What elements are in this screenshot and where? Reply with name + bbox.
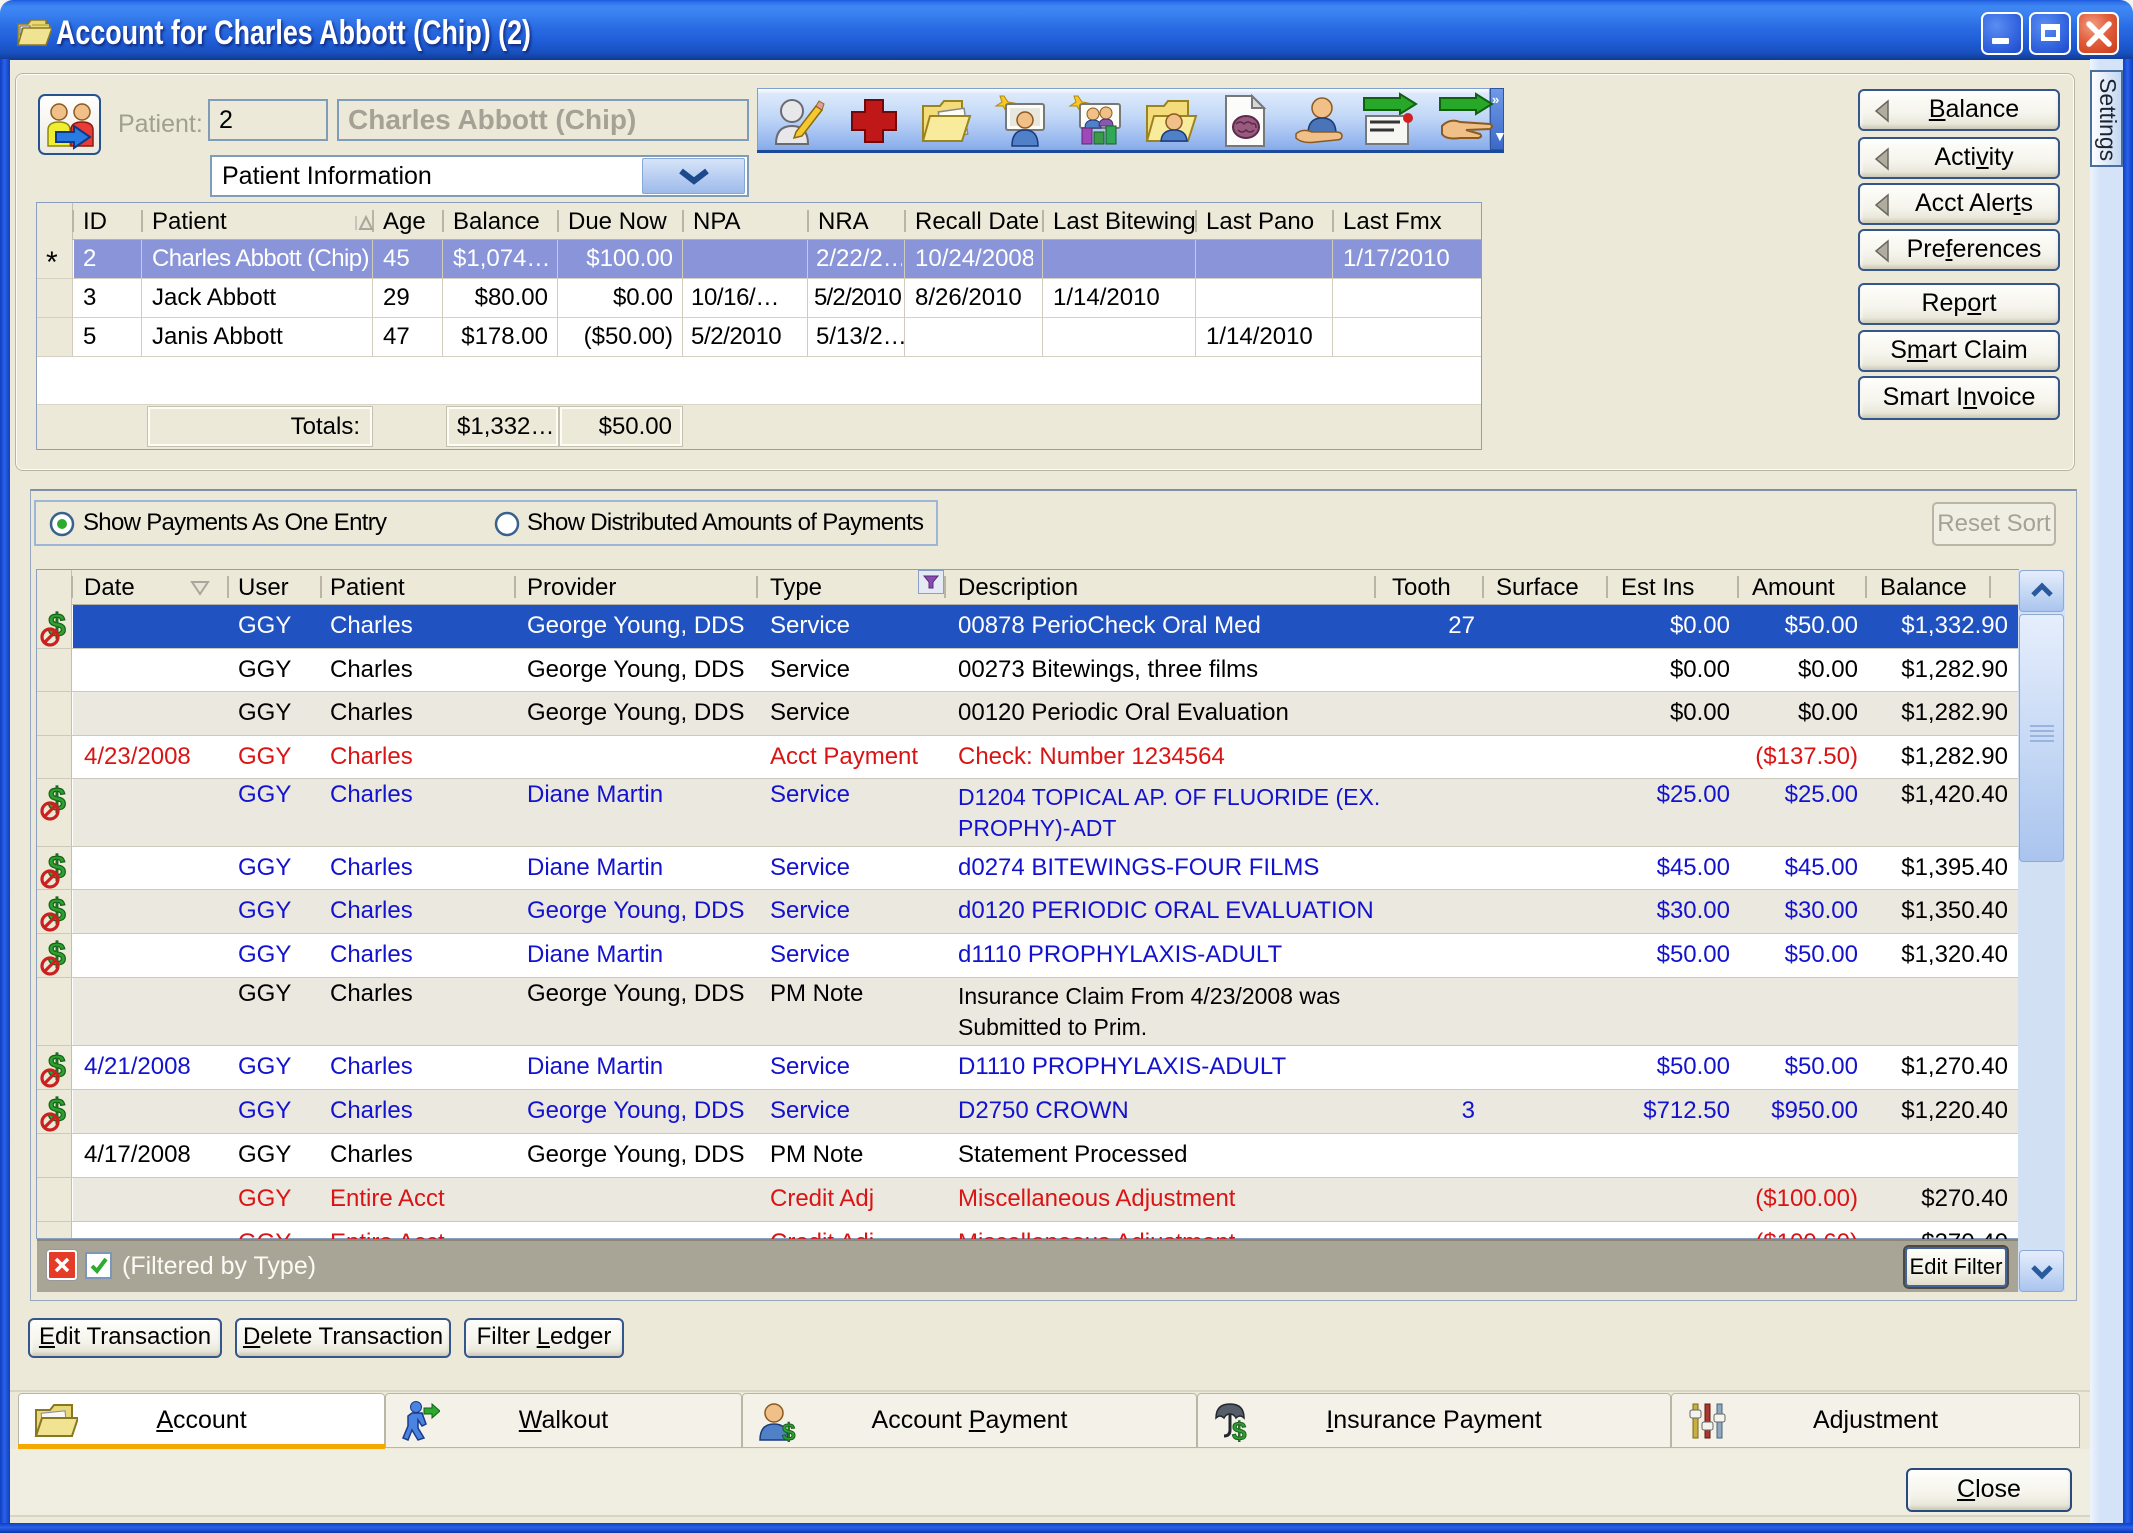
svg-text:$: $ bbox=[782, 1419, 796, 1442]
svg-text:$: $ bbox=[1232, 1416, 1247, 1442]
